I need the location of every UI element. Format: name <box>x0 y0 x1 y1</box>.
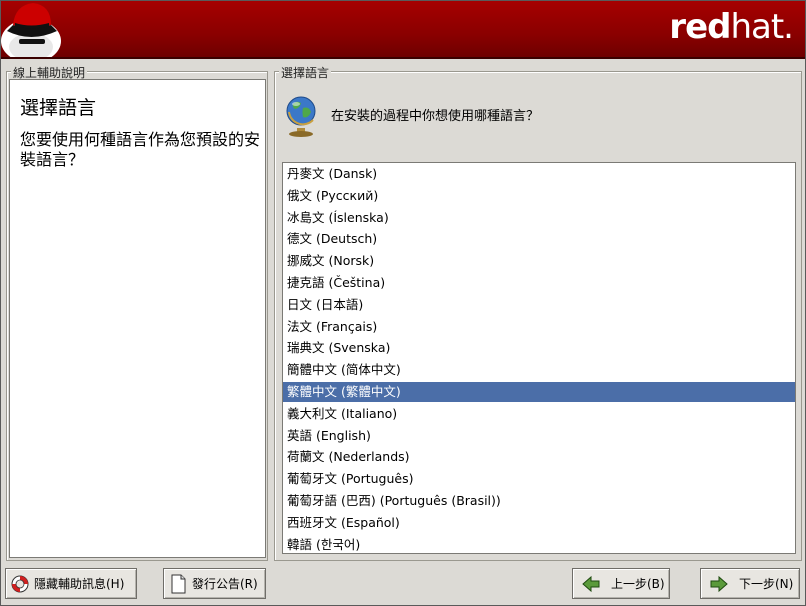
lifebuoy-icon <box>11 575 29 592</box>
help-body: 您要使用何種語言作為您預設的安裝語言？ <box>20 130 261 169</box>
release-notes-label: 發行公告(R) <box>192 577 258 591</box>
language-item[interactable]: 葡萄牙文 (Português) <box>283 469 795 489</box>
release-notes-button[interactable]: 發行公告(R) <box>163 568 266 599</box>
language-frame: 選擇語言 在安裝的過程中你想使用哪種語言？ 丹麥文 (Dansk) 俄文 (Рус… <box>274 64 802 561</box>
language-list[interactable]: 丹麥文 (Dansk) 俄文 (Русский) 冰島文 (Íslenska) 德文 … <box>282 162 796 554</box>
brand-light: hat. <box>730 7 794 47</box>
language-item[interactable]: 繁體中文 (繁體中文) <box>283 382 795 402</box>
language-item[interactable]: 英語 (English) <box>283 426 795 446</box>
language-item[interactable]: 捷克語 (Čeština) <box>283 273 795 293</box>
language-item[interactable]: 冰島文 (Íslenska) <box>283 208 795 228</box>
header-banner: redhat. <box>1 1 805 59</box>
language-item[interactable]: 西班牙文 (Español) <box>283 513 795 533</box>
language-item[interactable]: 瑞典文 (Svenska) <box>283 338 795 358</box>
help-panel: 選擇語言 您要使用何種語言作為您預設的安裝語言？ <box>9 79 266 558</box>
shadowman-logo <box>1 3 61 57</box>
language-item[interactable]: 德文 (Deutsch) <box>283 229 795 249</box>
back-label: 上一步(B) <box>611 577 665 591</box>
brand-bold: red <box>669 7 731 47</box>
redhat-wordmark: redhat. <box>669 7 794 47</box>
next-label: 下一步(N) <box>739 577 794 591</box>
arrow-right-icon <box>710 575 728 592</box>
language-frame-label: 選擇語言 <box>279 64 332 81</box>
globe-icon <box>286 96 316 137</box>
language-item[interactable]: 日文 (日本語) <box>283 295 795 315</box>
language-item[interactable]: 義大利文 (Italiano) <box>283 404 795 424</box>
arrow-left-icon <box>582 575 600 592</box>
language-item[interactable]: 韓語 (한국어) <box>283 535 795 553</box>
hide-help-button[interactable]: 隱藏輔助訊息(H) <box>5 568 137 599</box>
next-button[interactable]: 下一步(N) <box>700 568 800 599</box>
language-item[interactable]: 丹麥文 (Dansk) <box>283 164 795 184</box>
document-icon <box>171 574 186 593</box>
help-title: 選擇語言 <box>20 97 97 119</box>
language-item[interactable]: 簡體中文 (简体中文) <box>283 360 795 380</box>
help-frame: 線上輔助說明 選擇語言 您要使用何種語言作為您預設的安裝語言？ <box>6 64 268 561</box>
back-button[interactable]: 上一步(B) <box>572 568 670 599</box>
hide-help-label: 隱藏輔助訊息(H) <box>34 577 125 591</box>
language-item[interactable]: 俄文 (Русский) <box>283 186 795 206</box>
language-item[interactable]: 法文 (Français) <box>283 317 795 337</box>
language-prompt: 在安裝的過程中你想使用哪種語言？ <box>331 109 540 124</box>
language-item[interactable]: 葡萄牙語 (巴西) (Português (Brasil)) <box>283 491 795 511</box>
language-item[interactable]: 挪威文 (Norsk) <box>283 251 795 271</box>
language-item[interactable]: 荷蘭文 (Nederlands) <box>283 447 795 467</box>
